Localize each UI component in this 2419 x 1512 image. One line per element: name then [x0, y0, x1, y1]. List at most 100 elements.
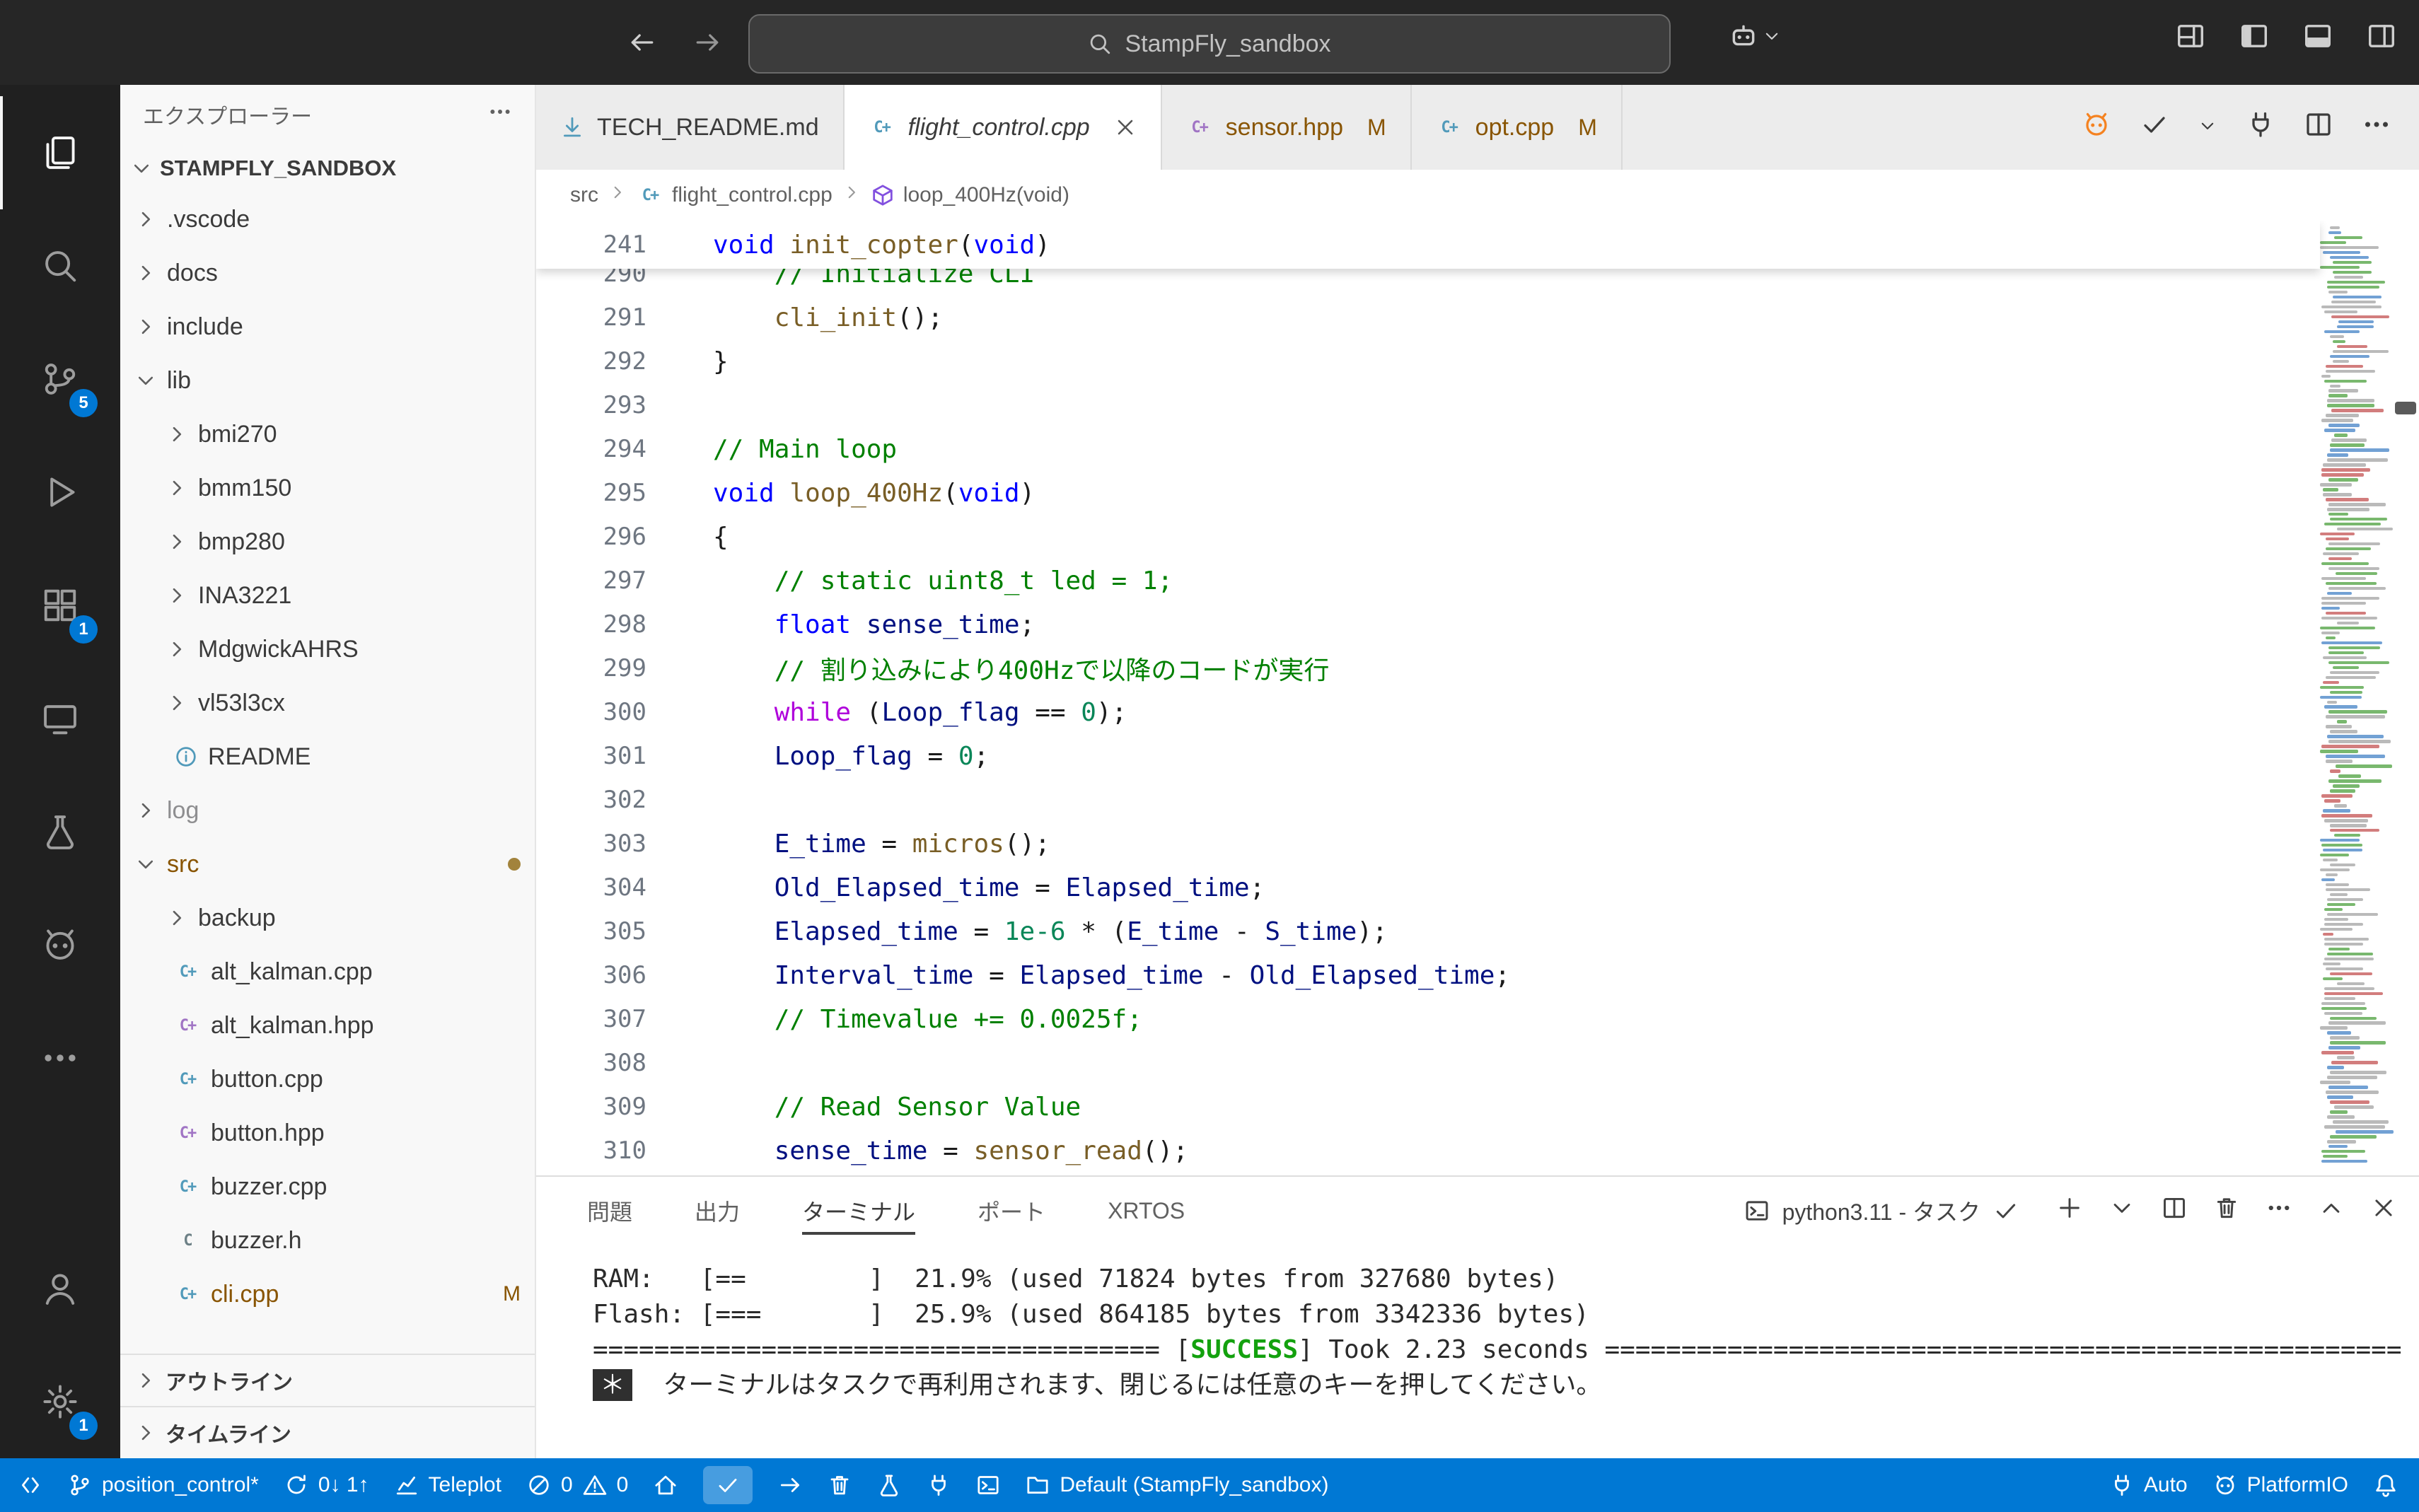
run-task-dropdown[interactable]: [2198, 115, 2217, 141]
status-platformio-test[interactable]: [864, 1458, 914, 1512]
tab-flight_control.cpp[interactable]: C+flight_control.cpp: [845, 85, 1162, 170]
editor-more-actions[interactable]: [2362, 110, 2391, 144]
tree-item-buzzer.h[interactable]: Cbuzzer.h: [120, 1214, 535, 1267]
sidebar-section-1[interactable]: タイムライン: [120, 1406, 535, 1458]
platformio-quick-access[interactable]: [2082, 110, 2111, 144]
terminal-output[interactable]: RAM: [== ] 21.9% (used 71824 bytes from …: [536, 1245, 2419, 1458]
editor-scrollbar[interactable]: [2395, 402, 2416, 414]
tree-item-log[interactable]: log: [120, 784, 535, 837]
activity-testing[interactable]: [0, 775, 120, 888]
activity-platformio[interactable]: [0, 888, 120, 1001]
kill-terminal[interactable]: [2214, 1195, 2239, 1226]
copilot-menu[interactable]: [1729, 21, 1781, 51]
status-notifications[interactable]: [2361, 1458, 2411, 1512]
status-platformio-core[interactable]: PlatformIO: [2200, 1458, 2361, 1512]
alien-icon: [2082, 110, 2111, 139]
status-serial-port-auto[interactable]: Auto: [2097, 1458, 2200, 1512]
symbol-method-icon: [871, 183, 895, 207]
tree-item-buzzer.cpp[interactable]: C+buzzer.cpp: [120, 1160, 535, 1214]
status-platformio-serial-monitor[interactable]: [914, 1458, 963, 1512]
split-icon: [2162, 1195, 2187, 1221]
panel-tab-出力[interactable]: 出力: [695, 1177, 740, 1245]
tree-root[interactable]: STAMPFLY_SANDBOX: [120, 144, 535, 192]
split-editor[interactable]: [2304, 110, 2333, 144]
breadcrumb-item[interactable]: C+flight_control.cpp: [637, 182, 833, 209]
activity-remote-explorer[interactable]: [0, 662, 120, 775]
status-teleplot[interactable]: Teleplot: [382, 1458, 514, 1512]
status-git-sync[interactable]: 0↓ 1↑: [272, 1458, 382, 1512]
tree-item-bmp280[interactable]: bmp280: [120, 515, 535, 569]
status-platformio-clean[interactable]: [815, 1458, 864, 1512]
sidebar-section-0[interactable]: アウトライン: [120, 1354, 535, 1406]
terminal-profiles[interactable]: [2109, 1195, 2135, 1226]
chevright-icon: [134, 208, 157, 231]
activity-more[interactable]: [0, 1001, 120, 1115]
panel-tab-ポート[interactable]: ポート: [978, 1177, 1045, 1245]
panel-tab-ターミナル[interactable]: ターミナル: [802, 1177, 915, 1245]
tree-item-README[interactable]: README: [120, 730, 535, 784]
activity-run-debug[interactable]: [0, 436, 120, 549]
status-platformio-new-terminal[interactable]: [963, 1458, 1013, 1512]
status-platformio-home[interactable]: [641, 1458, 690, 1512]
tree-item-include[interactable]: include: [120, 300, 535, 354]
status-remote-indicator[interactable]: [6, 1458, 55, 1512]
serial-monitor[interactable]: [2246, 110, 2275, 144]
status-git-branch[interactable]: position_control*: [55, 1458, 272, 1512]
maximize-panel[interactable]: [2319, 1195, 2344, 1226]
alien-icon: [2213, 1473, 2237, 1497]
tree-item-INA3221[interactable]: INA3221: [120, 569, 535, 622]
tree-item-docs[interactable]: docs: [120, 246, 535, 300]
activity-accounts[interactable]: [0, 1232, 120, 1345]
code-line-301: 301 Loop_flag = 0;: [536, 734, 2320, 778]
breadcrumb-item[interactable]: src: [570, 183, 598, 207]
tab-TECH_README.md[interactable]: TECH_README.md: [536, 85, 845, 170]
status-problems[interactable]: 00: [514, 1458, 641, 1512]
close-panel[interactable]: [2371, 1195, 2396, 1226]
tree-item-button.cpp[interactable]: C+button.cpp: [120, 1052, 535, 1106]
code-editor[interactable]: 290 // Initialize CLI291 cli_init();292}…: [536, 221, 2419, 1175]
panel-tab-問題[interactable]: 問題: [587, 1177, 632, 1245]
close-tab-icon[interactable]: [1114, 116, 1137, 139]
tree-item-MdgwickAHRS[interactable]: MdgwickAHRS: [120, 622, 535, 676]
panel-tab-XRTOS[interactable]: XRTOS: [1108, 1177, 1185, 1245]
activity-settings[interactable]: 1: [0, 1345, 120, 1458]
tree-item-src[interactable]: src: [120, 837, 535, 891]
activity-search[interactable]: [0, 209, 120, 322]
tree-item-backup[interactable]: backup: [120, 891, 535, 945]
tree-item-bmm150[interactable]: bmm150: [120, 461, 535, 515]
breadcrumb-item[interactable]: loop_400Hz(void): [871, 183, 1069, 207]
toggle-secondary-sidebar[interactable]: [2367, 21, 2396, 57]
alien-icon: [41, 926, 79, 964]
activity-extensions[interactable]: 1: [0, 549, 120, 662]
tree-item-bmi270[interactable]: bmi270: [120, 407, 535, 461]
chevright-icon: [134, 262, 157, 284]
minimap[interactable]: [2317, 226, 2396, 1165]
tree-item-vl53l3cx[interactable]: vl53l3cx: [120, 676, 535, 730]
panel-more-actions[interactable]: [2266, 1195, 2292, 1226]
status-platformio-env[interactable]: Default (StampFly_sandbox): [1013, 1458, 1341, 1512]
toggle-panel[interactable]: [2303, 21, 2333, 57]
customize-layout[interactable]: [2176, 21, 2205, 57]
nav-back-button[interactable]: [620, 20, 665, 65]
status-platformio-build[interactable]: [690, 1458, 765, 1512]
new-terminal[interactable]: [2057, 1195, 2082, 1226]
activity-explorer[interactable]: [0, 96, 120, 209]
tree-item-alt_kalman.cpp[interactable]: C+alt_kalman.cpp: [120, 945, 535, 999]
tree-item-cli.cpp[interactable]: C+cli.cppM: [120, 1267, 535, 1321]
terminal-instance[interactable]: python3.11 - タスク: [1744, 1194, 2019, 1227]
split-terminal[interactable]: [2162, 1195, 2187, 1226]
command-center-search[interactable]: StampFly_sandbox: [748, 14, 1671, 74]
tree-item-button.hpp[interactable]: C+button.hpp: [120, 1106, 535, 1160]
run-build-task[interactable]: [2140, 110, 2169, 144]
nav-forward-button[interactable]: [685, 20, 730, 65]
tree-item-.vscode[interactable]: .vscode: [120, 192, 535, 246]
toggle-primary-sidebar[interactable]: [2239, 21, 2269, 57]
sticky-scroll-line[interactable]: 241void init_copter(void): [536, 221, 2320, 269]
activity-source-control[interactable]: 5: [0, 322, 120, 436]
tree-item-lib[interactable]: lib: [120, 354, 535, 407]
sidebar-more-actions[interactable]: [488, 100, 512, 129]
tab-sensor.hpp[interactable]: C+sensor.hppM: [1162, 85, 1412, 170]
tab-opt.cpp[interactable]: C+opt.cppM: [1412, 85, 1623, 170]
tree-item-alt_kalman.hpp[interactable]: C+alt_kalman.hpp: [120, 999, 535, 1052]
status-platformio-upload[interactable]: [765, 1458, 815, 1512]
